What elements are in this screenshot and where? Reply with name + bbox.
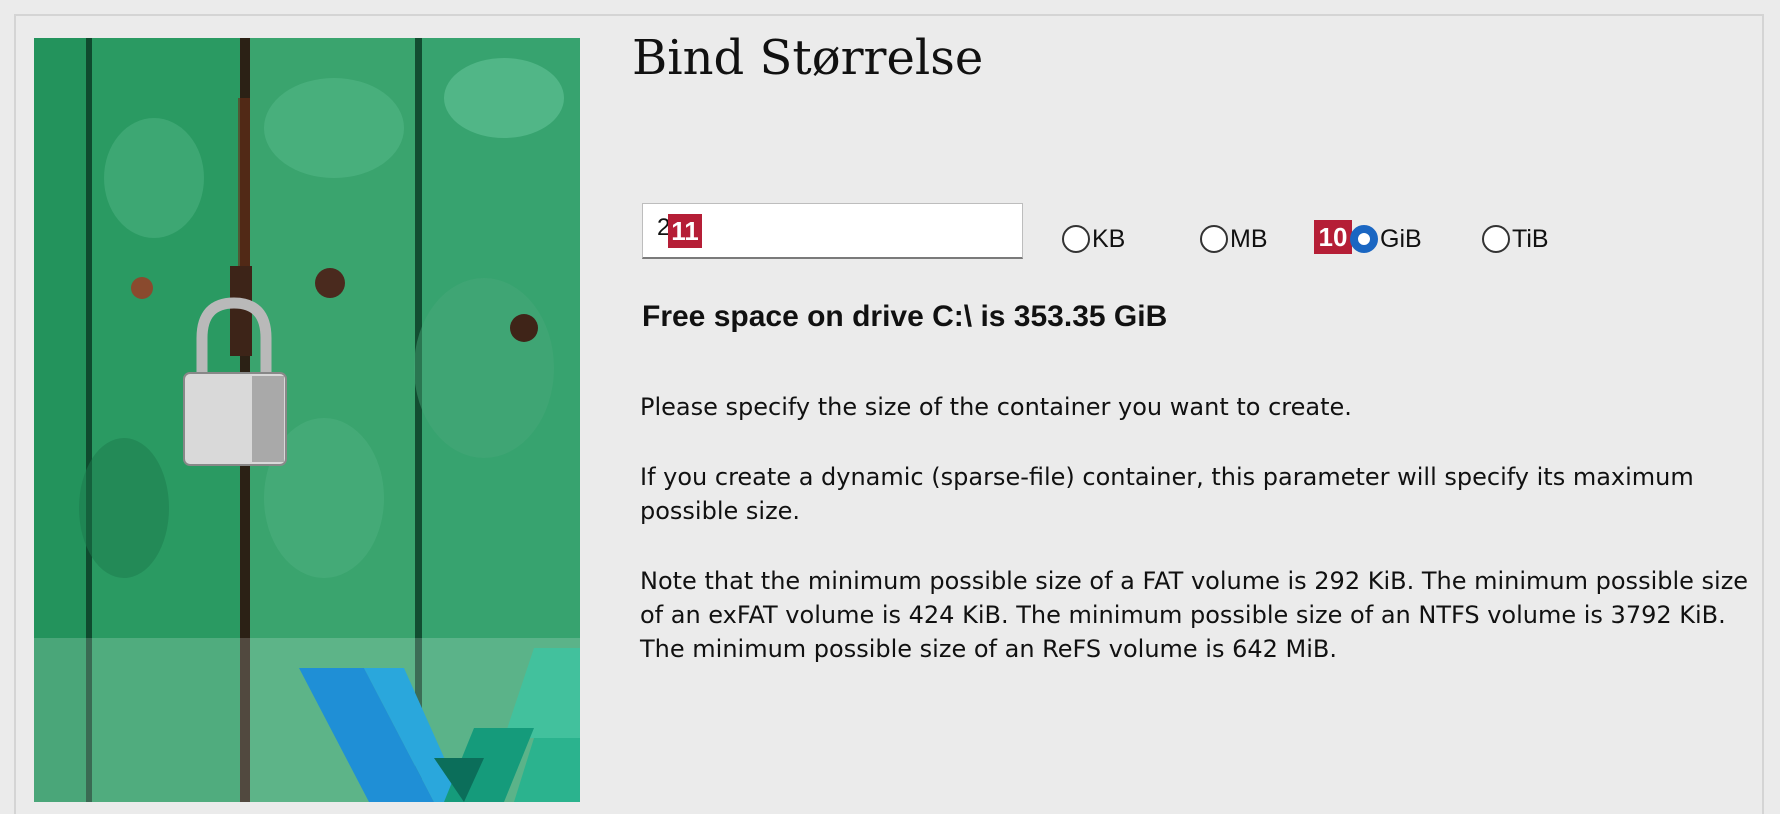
minimum-size-note: Note that the minimum possible size of a… (640, 567, 1749, 663)
radio-circle-icon (1062, 225, 1090, 253)
free-space-label: Free space on drive C:\ is 353.35 GiB (642, 300, 1168, 333)
annotation-badge-10: 10 (1314, 220, 1352, 254)
page-title: Bind Størrelse (632, 30, 984, 86)
unit-label-kb: KB (1092, 224, 1126, 253)
radio-circle-icon (1200, 225, 1228, 253)
padlock-on-green-door-image (34, 38, 580, 802)
unit-radio-gib[interactable]: GiB (1350, 222, 1422, 256)
annotation-badge-11: 11 (668, 214, 702, 248)
size-instructions-text: Please specify the size of the container… (640, 393, 1352, 421)
unit-label-gib: GiB (1380, 224, 1422, 253)
unit-radio-kb[interactable]: KB (1062, 222, 1125, 256)
radio-selected-icon (1350, 225, 1378, 253)
dynamic-container-note: If you create a dynamic (sparse-file) co… (640, 463, 1694, 525)
unit-radio-mb[interactable]: MB (1200, 222, 1268, 256)
unit-label-mb: MB (1230, 224, 1268, 253)
radio-circle-icon (1482, 225, 1510, 253)
unit-label-tib: TiB (1512, 224, 1549, 253)
unit-radio-tib[interactable]: TiB (1482, 222, 1549, 256)
